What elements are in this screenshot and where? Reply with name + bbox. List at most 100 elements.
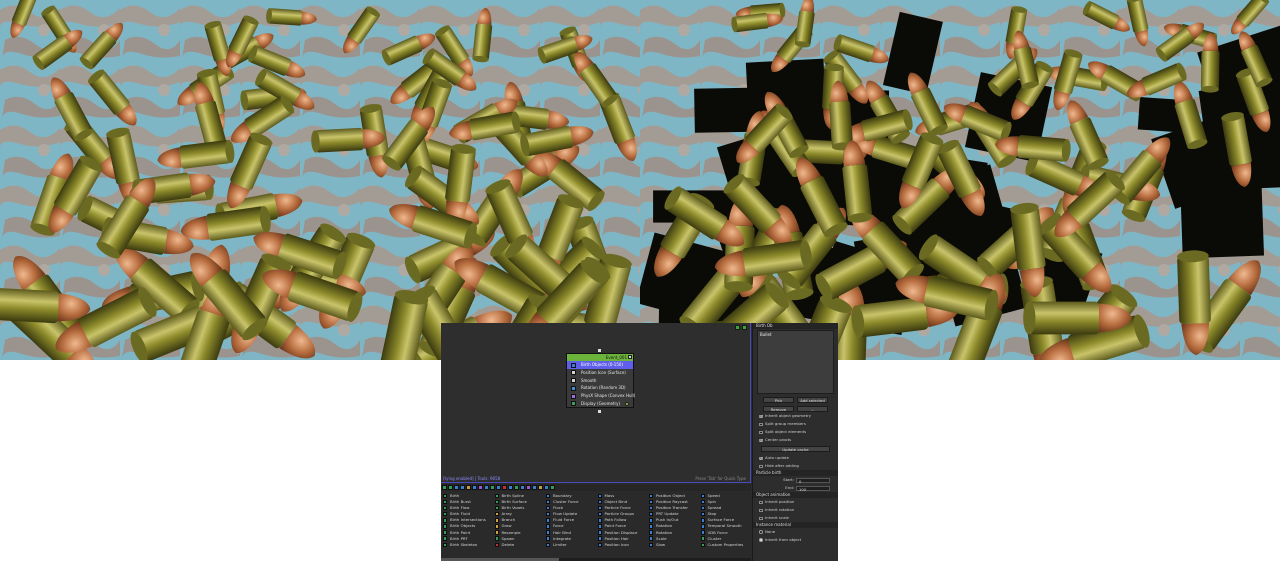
depot-operator-label: Flow Update [553, 511, 578, 517]
operator-item[interactable]: Smooth [567, 377, 633, 385]
toolbar-operator-icon[interactable] [526, 485, 531, 490]
toolbar-operator-icon[interactable] [490, 485, 495, 490]
option-checkbox[interactable]: Inherit rotation [753, 506, 838, 514]
toolbar-operator-icon[interactable] [448, 485, 453, 490]
option-checkbox[interactable]: Center pivots [753, 436, 838, 445]
depot-operator-label: Position Hair [604, 535, 629, 541]
auto-update-label: Auto update [765, 455, 789, 460]
toolbar-operator-icon[interactable] [442, 485, 447, 490]
depot-operator[interactable]: Delete [494, 542, 546, 548]
depot-operator-label: Position Transfer [656, 505, 689, 511]
depot-operator-label: Rotation [656, 529, 673, 535]
bullet-shape [1023, 301, 1132, 335]
composite-screenshot: Event_001 Birth Objects (0-150) Position … [0, 0, 1280, 561]
option-checkbox[interactable]: Inherit scale [753, 514, 838, 522]
operator-item[interactable]: Position Icon (Surface) [567, 369, 633, 377]
toolbar-operator-icon[interactable] [472, 485, 477, 490]
depot-operator[interactable]: Custom Properties [700, 542, 752, 548]
bullet-render-clean [0, 0, 640, 360]
depot-operator-icon [546, 512, 551, 517]
event-output-port[interactable] [598, 410, 601, 413]
depot-operator-icon [546, 530, 551, 535]
toolbar-operator-icon[interactable] [514, 485, 519, 490]
checkbox-box[interactable] [759, 500, 763, 505]
display-toggle-icon[interactable] [625, 401, 629, 406]
option-checkbox[interactable]: Split group members [753, 420, 838, 428]
toolbar-operator-icon[interactable] [454, 485, 459, 490]
depot-operator[interactable]: Slow [648, 542, 700, 548]
object-list-item[interactable]: Bullet [760, 332, 831, 337]
event-graph[interactable]: Event_001 Birth Objects (0-150) Position … [441, 323, 751, 483]
graph-option-icon[interactable] [742, 325, 747, 330]
material-radio[interactable]: None [753, 528, 838, 536]
operator-label: Position Icon (Surface) [581, 369, 626, 375]
depot-operator-label: Force [553, 523, 564, 529]
checkbox-box[interactable] [759, 455, 763, 463]
event-input-port[interactable] [598, 349, 601, 352]
checkbox-box[interactable] [759, 413, 763, 421]
depot-column: Birth Spline Birth Surface Birth Voxels Arr… [494, 493, 546, 561]
operator-item[interactable]: PhysX Shape (Convex Hull) [567, 392, 635, 400]
toolbar-operator-icon[interactable] [460, 485, 465, 490]
start-field[interactable]: 0 [796, 477, 830, 484]
depot-operator-label: Position Object [656, 493, 686, 498]
toolbar-operator-icon[interactable] [532, 485, 537, 490]
toolbar-operator-icon[interactable] [484, 485, 489, 490]
checkbox-box[interactable] [759, 430, 763, 435]
hide-after-adding-checkbox[interactable]: Hide after adding [753, 462, 838, 470]
radio-dot[interactable] [759, 530, 763, 534]
depot-operator-icon [546, 536, 551, 541]
toolbar-operator-icon[interactable] [544, 485, 549, 490]
toolbar-operator-icon[interactable] [520, 485, 525, 490]
event-header[interactable]: Event_001 [567, 354, 633, 361]
radio-dot[interactable] [759, 538, 763, 542]
depot-operator-label: Birth Objects [450, 523, 476, 529]
event-title: Event_001 [605, 355, 627, 360]
depot-operator[interactable]: Limiter [545, 542, 597, 548]
radio-label: Inherit from object [765, 537, 802, 542]
toolbar-operator-icon[interactable] [550, 485, 555, 490]
event-toggle-icon[interactable] [628, 355, 632, 359]
end-field[interactable]: 100 [796, 485, 830, 492]
toolbar-operator-icon[interactable] [478, 485, 483, 490]
depot-operator-icon [700, 536, 705, 541]
depot-operator-icon [649, 542, 654, 547]
toolbar-operator-icon[interactable] [538, 485, 543, 490]
operator-item[interactable]: Birth Objects (0-150) [567, 361, 633, 369]
depot-operator-icon [649, 512, 654, 517]
add-selected-button[interactable]: Add selected [797, 397, 828, 403]
toolbar-operator-icon[interactable] [466, 485, 471, 490]
checkbox-box[interactable] [759, 437, 763, 445]
operator-item[interactable]: Display (Geometry) [567, 400, 633, 408]
pick-button[interactable]: Pick [763, 397, 794, 403]
checkbox-box[interactable] [759, 422, 763, 427]
update-cache-button[interactable]: Update cache [761, 446, 830, 452]
toolbar-operator-icon[interactable] [502, 485, 507, 490]
object-list[interactable]: Bullet [757, 330, 834, 394]
option-checkbox[interactable]: Split object elements [753, 428, 838, 436]
depot-operator[interactable]: Birth Skeleton [442, 542, 494, 548]
checkbox-box[interactable] [759, 464, 763, 469]
depot-operator-icon [700, 542, 705, 547]
depot-operator-icon [494, 505, 499, 511]
checkbox-label: Inherit object geometry [765, 413, 811, 418]
depot-operator-label: Particle Force [604, 505, 631, 511]
toolbar-operator-icon[interactable] [508, 485, 513, 490]
depot-operator-icon [443, 499, 448, 505]
material-radio[interactable]: Inherit from object [753, 536, 838, 544]
toolbar-operator-icon[interactable] [496, 485, 501, 490]
depot-operator-label: Birth [450, 493, 460, 498]
option-checkbox[interactable]: Inherit object geometry [753, 412, 838, 421]
depot-operator[interactable]: Position Icon [597, 542, 649, 548]
operator-item[interactable]: Rotation (Random 3D) [567, 384, 633, 392]
option-checkbox[interactable]: Inherit position [753, 498, 838, 506]
depot-operator-icon [443, 542, 448, 547]
depot-operator-icon [649, 524, 654, 529]
event-node[interactable]: Event_001 Birth Objects (0-150) Position … [566, 353, 635, 408]
graph-option-icon[interactable] [735, 325, 740, 330]
auto-update-checkbox[interactable]: Auto update [753, 454, 838, 463]
operator-label: Birth Objects (0-150) [581, 362, 624, 367]
depot-operator-icon [649, 505, 654, 511]
checkbox-box[interactable] [759, 516, 763, 521]
checkbox-box[interactable] [759, 508, 763, 513]
